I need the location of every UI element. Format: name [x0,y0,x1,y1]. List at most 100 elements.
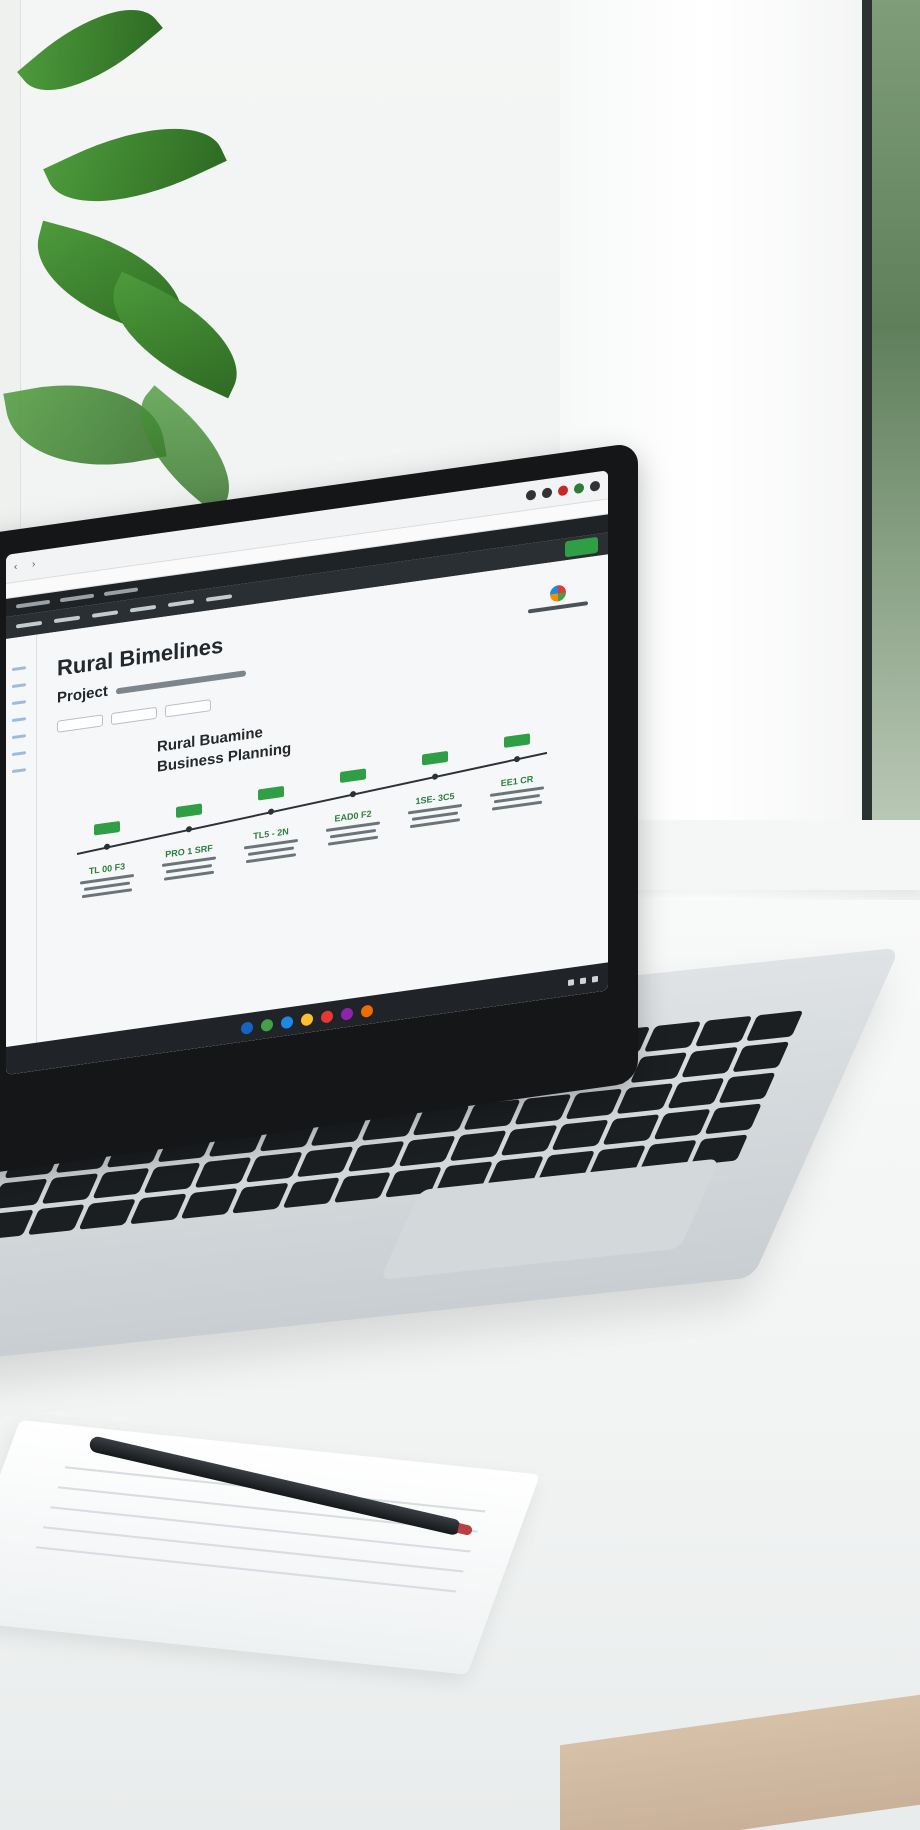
sidebar-item[interactable] [12,768,26,774]
sidebar-item[interactable] [12,683,26,689]
dock-app-icon[interactable] [281,1015,293,1030]
keyboard-key[interactable] [282,1177,341,1209]
keyboard-key[interactable] [629,1052,688,1084]
nav-item[interactable] [54,615,80,624]
extension-icon[interactable] [526,489,536,501]
project-label: Project [57,682,108,707]
keyboard-key[interactable] [643,1021,702,1053]
milestone-pill[interactable] [340,768,366,783]
wifi-icon[interactable] [568,979,574,986]
milestone-pill[interactable] [258,785,284,801]
keyboard-key[interactable] [745,1010,804,1042]
keyboard-key[interactable] [694,1015,753,1047]
keyboard-key[interactable] [514,1093,572,1125]
system-tray [568,975,598,986]
keyboard-key[interactable] [0,1209,35,1241]
keyboard-key[interactable] [78,1198,137,1230]
dock-app-icon[interactable] [301,1012,313,1027]
milestone-label: 1SE- 3C5 [415,790,455,807]
plant-leaf [92,271,258,399]
company-logo [528,581,588,614]
milestone-pill[interactable] [94,820,120,836]
sidebar-item[interactable] [12,734,26,740]
milestone-label: TL 00 F3 [88,861,126,877]
timeline-milestone[interactable]: 1SE- 3C5 [399,748,471,830]
filter-chip[interactable] [111,706,157,726]
laptop-lid: ‹ › Rural Bimelines Project Rural Buamin… [0,442,638,1176]
bookmark-item[interactable] [60,593,94,603]
milestone-pill[interactable] [422,750,448,766]
sidebar-item[interactable] [12,700,26,706]
timeline-milestone[interactable]: EAD0 F2 [317,765,389,847]
keyboard-key[interactable] [333,1172,392,1203]
keyboard-key[interactable] [245,1151,303,1183]
keyboard-key[interactable] [180,1188,239,1219]
milestone-pill[interactable] [504,733,530,748]
nav-item[interactable] [168,599,194,608]
nav-item[interactable] [206,594,232,602]
keyboard-key[interactable] [718,1072,776,1104]
extension-icons [526,480,600,501]
milestone-label: EE1 CR [500,773,534,789]
keyboard-key[interactable] [667,1077,725,1109]
keyboard-key[interactable] [680,1046,739,1078]
sidebar [6,634,37,1075]
primary-action-button[interactable] [565,536,598,558]
keyboard-key[interactable] [398,1135,456,1167]
keyboard-key[interactable] [616,1083,674,1115]
bookmark-item[interactable] [16,599,50,609]
sidebar-item[interactable] [12,751,26,757]
sidebar-item[interactable] [12,717,26,723]
timeline-line [77,751,548,855]
nav-item[interactable] [16,620,42,629]
clock-icon[interactable] [592,975,598,983]
keyboard-key[interactable] [704,1103,762,1135]
keyboard-key[interactable] [0,1178,48,1210]
keyboard-key[interactable] [41,1173,99,1205]
keyboard-key[interactable] [347,1141,405,1172]
keyboard-key[interactable] [500,1124,558,1156]
milestone-pill[interactable] [176,803,202,819]
extension-icon[interactable] [574,482,584,495]
timeline-milestone[interactable]: EE1 CR [481,730,553,812]
sidebar-item[interactable] [12,666,26,672]
keyboard-key[interactable] [194,1157,252,1188]
keyboard-key[interactable] [731,1041,790,1073]
timeline-milestone[interactable]: TL 00 F3 [71,818,143,900]
keyboard-key[interactable] [27,1204,86,1236]
dock-app-icon[interactable] [261,1018,273,1033]
timeline-milestone[interactable]: TL5 - 2N [235,783,307,865]
dock-app-icon[interactable] [241,1021,253,1035]
houseplant [3,0,280,560]
menu-icon[interactable] [590,480,600,492]
milestone-label: EAD0 F2 [334,808,372,824]
filter-chip[interactable] [165,699,211,718]
forward-arrow-icon[interactable]: › [32,559,42,570]
extension-icon[interactable] [558,484,568,497]
dock-app-icon[interactable] [341,1007,353,1021]
keyboard-key[interactable] [602,1114,660,1146]
back-arrow-icon[interactable]: ‹ [14,561,24,572]
keyboard-key[interactable] [653,1108,711,1140]
keyboard-key[interactable] [449,1130,507,1162]
plant-leaf [17,0,163,118]
extension-icon[interactable] [542,487,552,499]
keyboard-key[interactable] [551,1119,609,1151]
nav-item[interactable] [130,604,156,613]
timeline: TL 00 F3 PRO 1 SRF TL5 - 2N EAD0 F2 1SE-… [77,712,557,979]
keyboard-key[interactable] [92,1167,150,1199]
battery-icon[interactable] [580,977,586,985]
laptop-screen: ‹ › Rural Bimelines Project Rural Buamin… [6,470,608,1075]
timeline-milestone[interactable]: PRO 1 SRF [153,800,225,882]
keyboard-key[interactable] [231,1182,290,1214]
bookmark-item[interactable] [104,587,138,597]
dock-app-icon[interactable] [361,1004,373,1019]
dock-app-icon[interactable] [321,1009,333,1024]
photo-scene: ‹ › Rural Bimelines Project Rural Buamin… [0,0,920,1830]
keyboard-key[interactable] [129,1193,188,1225]
keyboard-key[interactable] [143,1162,201,1194]
nav-item[interactable] [92,610,118,618]
keyboard-key[interactable] [296,1146,354,1178]
keyboard-key[interactable] [565,1088,623,1120]
filter-chip[interactable] [57,714,103,733]
